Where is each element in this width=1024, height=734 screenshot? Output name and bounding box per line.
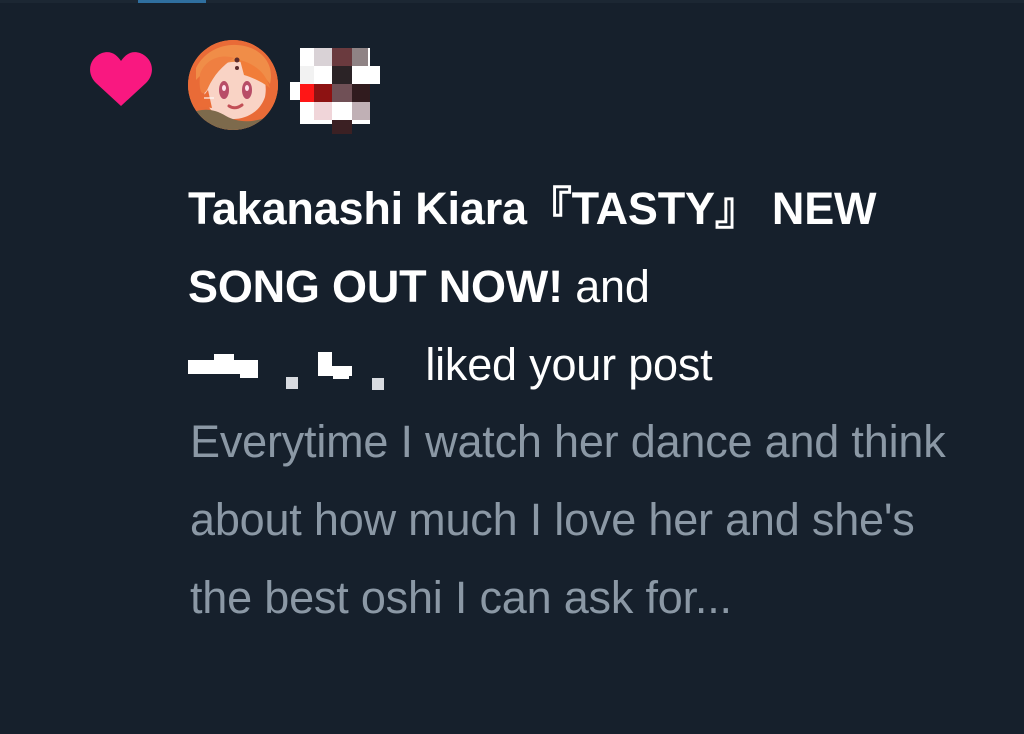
action-text: liked your post xyxy=(425,339,713,390)
blurred-avatar xyxy=(290,42,390,138)
like-notification[interactable]: Takanashi Kiara『TASTY』 NEW SONG OUT NOW!… xyxy=(0,0,1024,734)
post-preview[interactable]: Everytime I watch her dance and think ab… xyxy=(190,403,980,637)
profile-avatar[interactable] xyxy=(188,40,278,130)
actor-name[interactable]: Takanashi Kiara『TASTY』 NEW SONG OUT NOW! xyxy=(188,183,876,312)
redacted-name xyxy=(188,344,413,398)
connector-text: and xyxy=(575,261,650,312)
heart-icon xyxy=(88,48,154,108)
notification-text[interactable]: Takanashi Kiara『TASTY』 NEW SONG OUT NOW!… xyxy=(188,170,988,404)
